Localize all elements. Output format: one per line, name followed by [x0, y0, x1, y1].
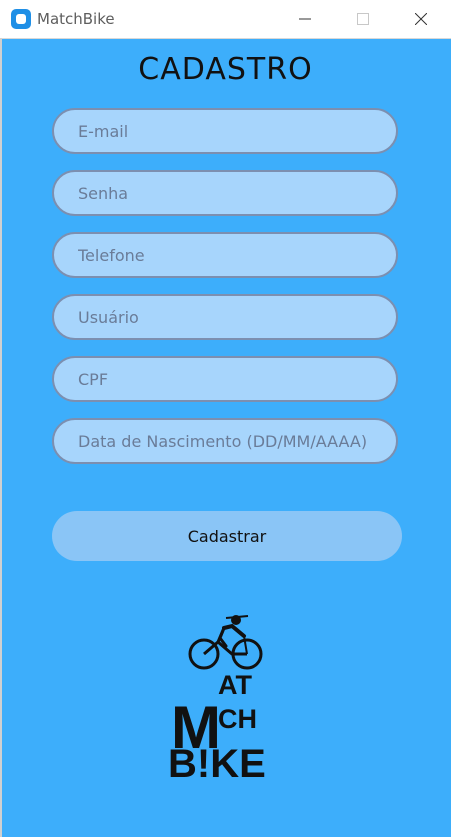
email-field[interactable] — [52, 108, 398, 154]
minimize-icon — [299, 18, 311, 20]
minimize-button[interactable] — [282, 0, 328, 38]
register-button[interactable]: Cadastrar — [52, 511, 402, 561]
maximize-button[interactable] — [340, 0, 386, 38]
cpf-field[interactable] — [52, 356, 398, 402]
close-icon — [415, 13, 427, 25]
logo-bike: B!KE — [168, 742, 266, 785]
birthdate-field[interactable] — [52, 418, 398, 464]
window-left-edge — [0, 38, 2, 837]
username-field[interactable] — [52, 294, 398, 340]
logo-line-ch: CH — [218, 704, 257, 734]
logo-wordmark: M AT CH B!KE — [168, 670, 266, 785]
cyclist-icon — [188, 615, 263, 670]
close-button[interactable] — [398, 0, 444, 38]
window-title: MatchBike — [37, 10, 115, 28]
maximize-icon — [357, 13, 369, 25]
page-title: CADASTRO — [138, 52, 313, 87]
password-field[interactable] — [52, 170, 398, 216]
matchbike-logo: M AT CH B!KE — [168, 615, 266, 785]
logo-line-at: AT — [218, 670, 252, 700]
window-titlebar: MatchBike — [0, 0, 451, 39]
app-icon — [11, 9, 31, 29]
phone-field[interactable] — [52, 232, 398, 278]
